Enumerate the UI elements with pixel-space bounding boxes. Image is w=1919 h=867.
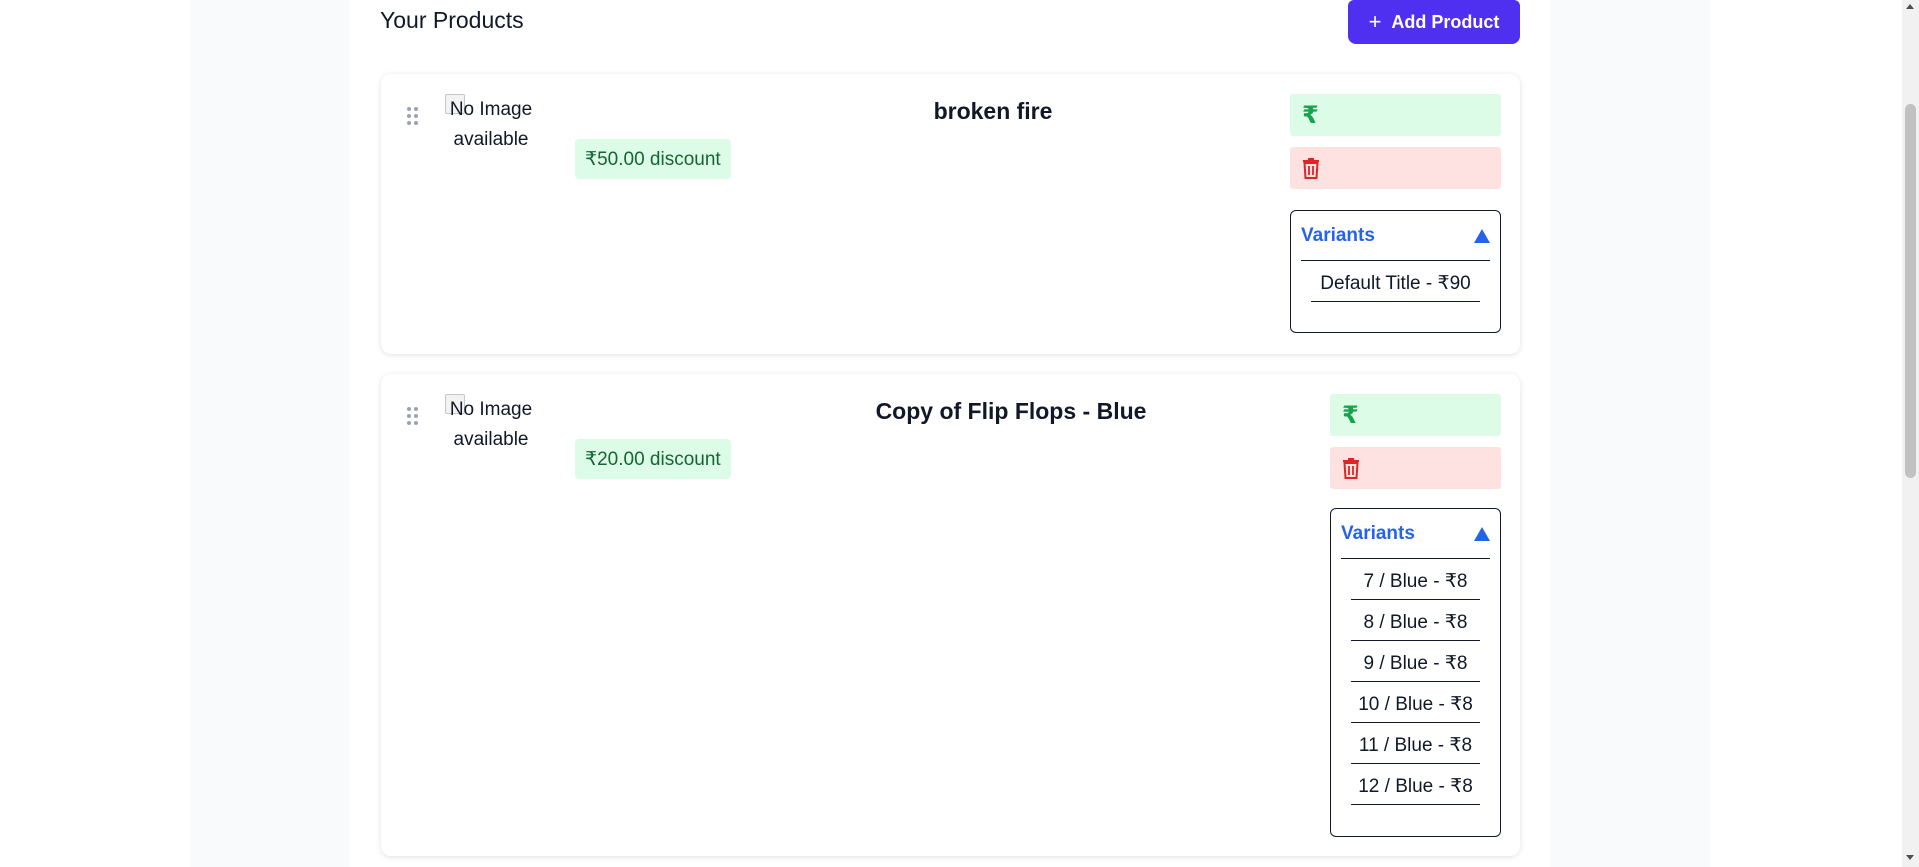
scroll-up-arrow-icon[interactable] [1906, 4, 1914, 9]
rupee-icon: ₹ [1302, 101, 1319, 129]
variants-label: Variants [1341, 522, 1415, 544]
discount-badge: ₹20.00 discount [575, 439, 731, 479]
collapse-triangle-icon [1474, 228, 1490, 243]
discount-badge: ₹50.00 discount [575, 139, 731, 179]
variant-item[interactable]: 10 / Blue - ₹8 [1351, 682, 1480, 723]
scrollbar-thumb[interactable] [1905, 104, 1916, 478]
trash-icon [1343, 458, 1359, 479]
variants-label: Variants [1301, 224, 1375, 246]
product-title: broken fire [933, 98, 1053, 124]
collapse-triangle-icon [1474, 526, 1490, 541]
variant-item[interactable]: 12 / Blue - ₹8 [1351, 764, 1480, 805]
delete-button[interactable] [1290, 147, 1501, 189]
add-product-label: Add Product [1391, 11, 1500, 32]
variants-toggle[interactable]: Variants [1341, 509, 1490, 559]
plus-icon: + [1368, 9, 1382, 34]
variant-item[interactable]: 11 / Blue - ₹8 [1351, 723, 1480, 764]
product-image: No Image available [449, 99, 533, 150]
variant-item[interactable]: 9 / Blue - ₹8 [1351, 641, 1480, 682]
price-button[interactable]: ₹ [1290, 94, 1501, 136]
delete-button[interactable] [1330, 447, 1501, 489]
variants-panel: Variants 7 / Blue - ₹8 8 / Blue - ₹8 9 /… [1330, 508, 1501, 837]
product-image: No Image available [449, 399, 533, 450]
add-product-button[interactable]: + Add Product [1348, 0, 1520, 44]
rupee-icon: ₹ [1342, 401, 1359, 429]
product-title: Copy of Flip Flops - Blue [875, 398, 1147, 424]
price-button[interactable]: ₹ [1330, 394, 1501, 436]
variant-item[interactable]: 7 / Blue - ₹8 [1351, 559, 1480, 600]
variants-toggle[interactable]: Variants [1301, 211, 1490, 261]
variant-item[interactable]: Default Title - ₹90 [1311, 261, 1480, 302]
page-title: Your Products [380, 7, 524, 33]
drag-handle-icon[interactable] [407, 407, 419, 427]
product-card: No Image available ₹50.00 discount broke… [381, 74, 1520, 354]
variants-panel: Variants Default Title - ₹90 [1290, 210, 1501, 333]
trash-icon [1303, 158, 1319, 179]
drag-handle-icon[interactable] [407, 107, 419, 127]
variant-item[interactable]: 8 / Blue - ₹8 [1351, 600, 1480, 641]
scroll-down-arrow-icon[interactable] [1906, 855, 1914, 860]
product-card: No Image available ₹20.00 discount Copy … [381, 374, 1520, 856]
